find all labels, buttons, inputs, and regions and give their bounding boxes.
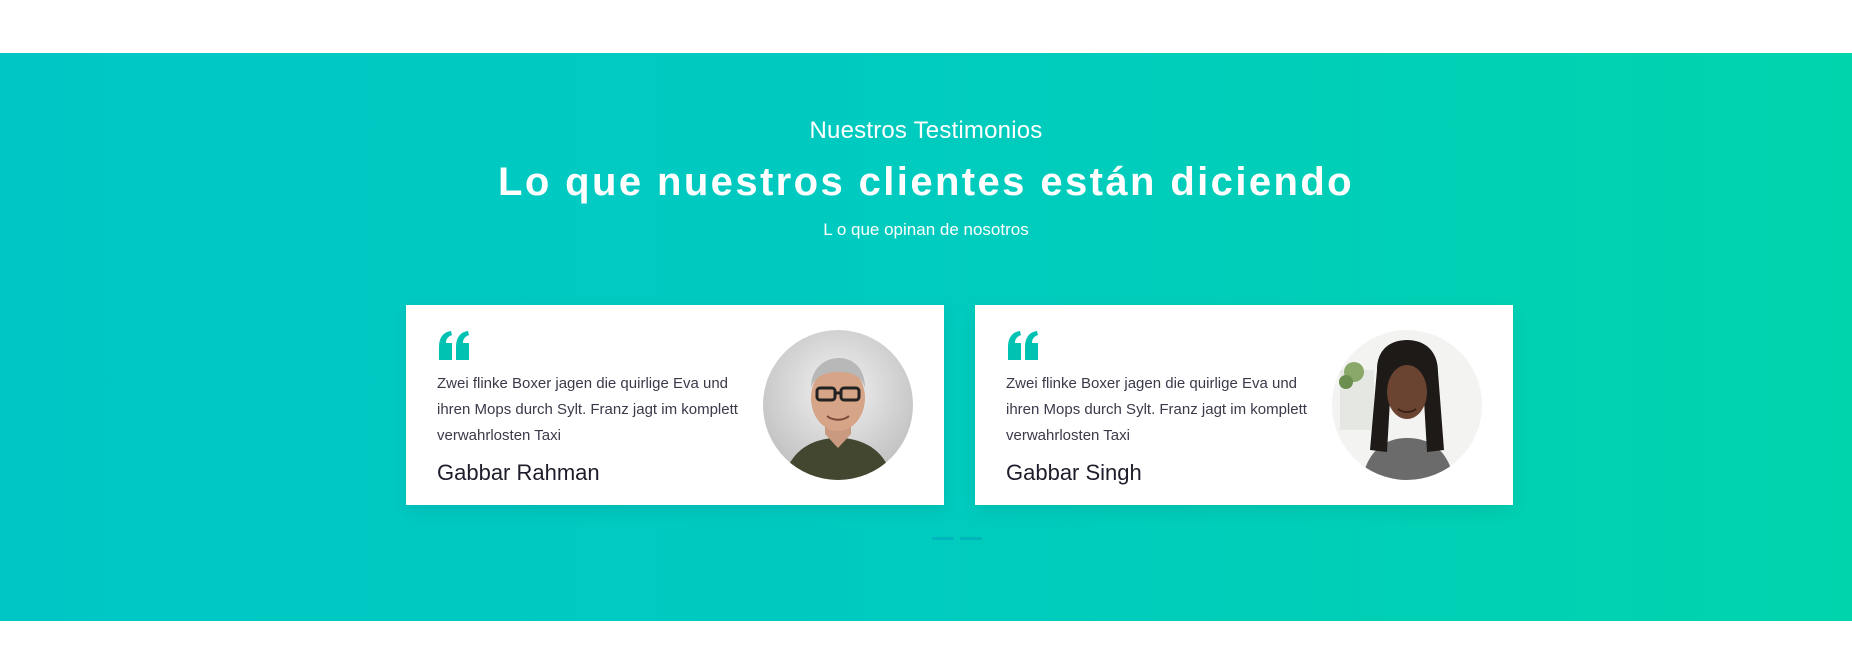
avatar [1332,330,1482,480]
carousel-pagination [932,537,982,540]
quote-icon [1008,331,1038,360]
testimonial-quote: Zwei flinke Boxer jagen die quirlige Eva… [437,375,738,444]
pagination-dot[interactable] [960,537,982,540]
avatar [763,330,913,480]
section-tagline: L o que opinan de nosotros [823,220,1029,239]
testimonial-card: Zwei flinke Boxer jagen die quirlige Eva… [406,305,944,505]
section-subtitle: Nuestros Testimonios [809,117,1043,144]
page: Nuestros Testimonios Lo que nuestros cli… [0,0,1852,665]
quote-icon [439,331,469,360]
section-title: Lo que nuestros clientes están diciendo [498,160,1354,204]
testimonial-quote: Zwei flinke Boxer jagen die quirlige Eva… [1006,375,1307,444]
testimonial-card: Zwei flinke Boxer jagen die quirlige Eva… [975,305,1513,505]
testimonial-author: Gabbar Rahman [437,460,600,485]
pagination-dot[interactable] [932,537,954,540]
testimonial-author: Gabbar Singh [1006,460,1142,485]
